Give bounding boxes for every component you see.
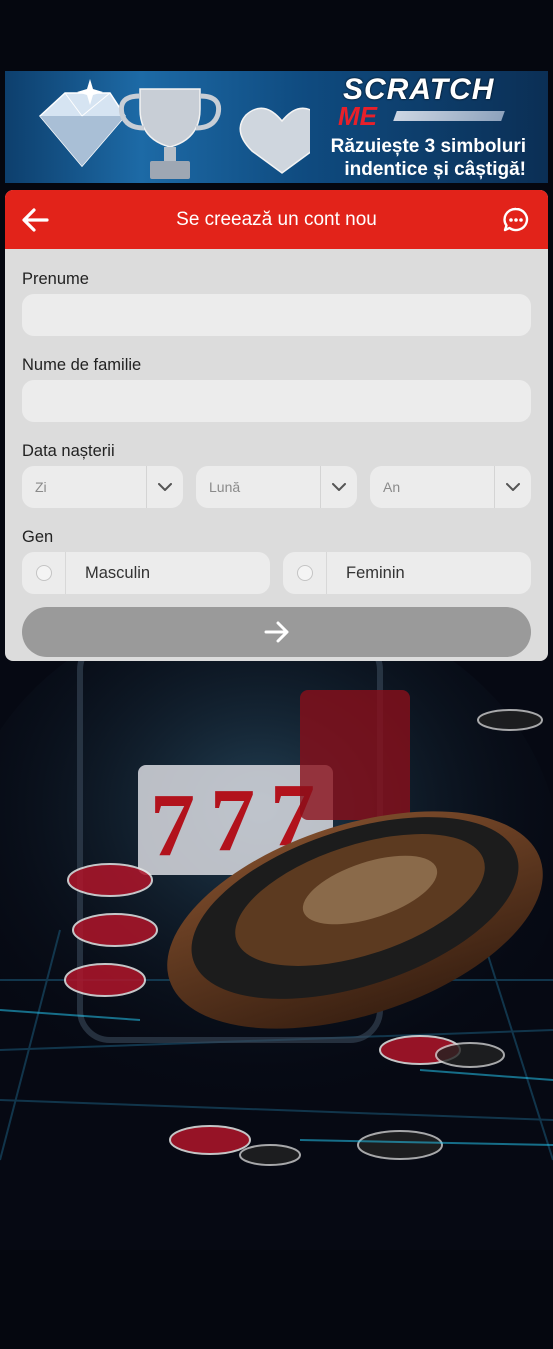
registration-form: Prenume Nume de familie Data nașterii Zi… [5,270,548,657]
banner-logo-me: ME [338,101,377,131]
gender-female-radio[interactable]: Feminin [283,552,531,594]
chevron-down-icon [495,466,531,508]
gender-label: Gen [22,528,54,546]
gender-female-label: Feminin [346,563,405,582]
banner-logo-scratch: SCRATCH [343,73,495,106]
radio-circle-wrap [283,552,327,594]
day-select-value: Zi [35,479,47,495]
month-select-value: Lună [209,479,241,495]
radio-circle-icon [35,565,52,581]
gender-options: Masculin Feminin [22,552,531,594]
year-select-value: An [383,479,401,495]
banner-logo-bar [393,111,505,121]
first-name-label: Prenume [22,270,89,288]
chat-bubble-icon [503,207,529,232]
day-select[interactable]: Zi [22,466,183,508]
gender-male-label: Masculin [85,563,151,582]
chevron-down-icon [147,466,183,508]
card-header: Se creează un cont nou [5,190,548,249]
promo-banner[interactable]: SCRATCH ME Răzuiește 3 simboluri indenti… [5,71,548,183]
gender-male-radio[interactable]: Masculin [22,552,270,594]
svg-text:7: 7 [210,771,255,870]
radio-circle-wrap [22,552,66,594]
month-select[interactable]: Lună [196,466,357,508]
last-name-input[interactable] [22,380,531,422]
birthdate-label: Data nașterii [22,442,115,460]
chat-button[interactable] [502,206,530,234]
birthdate-selects: Zi Lună An [22,466,531,508]
radio-circle-icon [296,565,313,581]
year-select[interactable]: An [370,466,531,508]
last-name-label: Nume de familie [22,356,142,374]
chevron-down-icon [321,466,357,508]
page-title: Se creează un cont nou [176,209,377,230]
background-casino-image: 7 7 7 [0,600,553,1250]
banner-tagline-line2: indentice și câștigă! [344,159,526,180]
banner-tagline-line1: Răzuiește 3 simboluri [330,136,526,157]
first-name-input[interactable] [22,294,531,336]
svg-text:7: 7 [150,776,195,875]
arrow-right-icon [264,621,288,643]
banner-tagline: Răzuiește 3 simboluri indentice și câști… [286,135,526,181]
submit-button[interactable] [22,607,531,657]
registration-card: Se creează un cont nou Prenume Nume de f… [5,190,548,661]
diamond-trophy-icon [38,79,310,179]
